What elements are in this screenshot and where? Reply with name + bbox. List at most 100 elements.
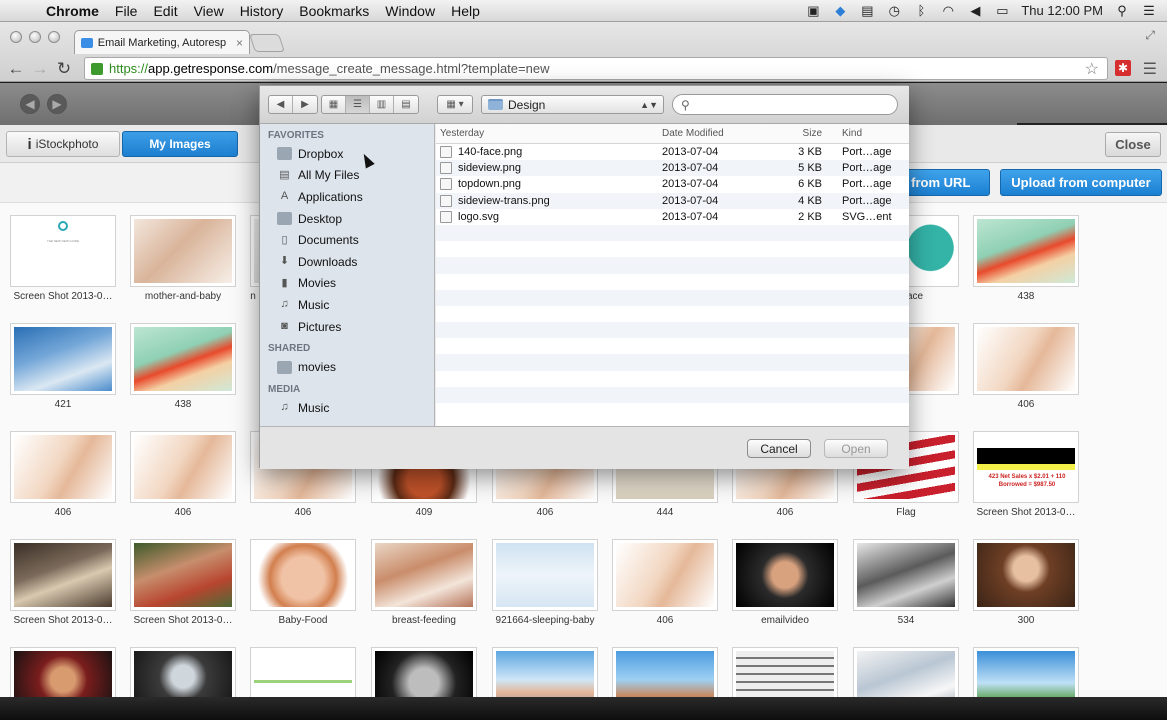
spotlight-icon[interactable]: ⚲ — [1114, 3, 1130, 18]
sidebar-item-downloads[interactable]: ⬇ Downloads — [260, 251, 434, 273]
redo-icon[interactable]: ▶ — [47, 94, 67, 114]
sidebar-item-all-my-files[interactable]: ▤ All My Files — [260, 165, 434, 187]
arrange-menu[interactable]: ▦ ▾ — [437, 95, 473, 114]
undo-icon[interactable]: ◀ — [20, 94, 40, 114]
image-thumb[interactable] — [10, 647, 116, 697]
menu-bookmarks[interactable]: Bookmarks — [291, 3, 377, 19]
sidebar-item-music[interactable]: ♫ Music — [260, 294, 434, 316]
bluetooth-icon[interactable]: ᛒ — [913, 3, 929, 18]
sidebar-item-movies[interactable]: ▮ Movies — [260, 273, 434, 295]
image-thumb[interactable] — [250, 647, 356, 697]
cancel-button[interactable]: Cancel — [747, 439, 811, 458]
sidebar-item-desktop[interactable]: Desktop — [260, 208, 434, 230]
image-thumb[interactable] — [973, 323, 1079, 395]
column-header-kind[interactable]: Kind — [838, 128, 908, 139]
image-thumb[interactable] — [130, 647, 236, 697]
image-thumb[interactable] — [492, 539, 598, 611]
image-thumb[interactable] — [973, 215, 1079, 287]
image-thumb[interactable] — [371, 647, 477, 697]
istockphoto-tab[interactable]: i iStockphoto — [6, 131, 120, 157]
sidebar-item-documents[interactable]: ▯ Documents — [260, 229, 434, 251]
menu-help[interactable]: Help — [443, 3, 488, 19]
image-thumb[interactable] — [612, 539, 718, 611]
browser-tab[interactable]: Email Marketing, Autoresp × — [74, 30, 250, 54]
image-thumb[interactable] — [732, 647, 838, 697]
image-thumb[interactable] — [130, 431, 236, 503]
bookmark-star-icon[interactable]: ☆ — [1085, 59, 1099, 79]
column-header-name[interactable]: Yesterday — [436, 128, 658, 139]
folder-location-popup[interactable]: Design ▲▼ — [481, 95, 664, 114]
extension-icon[interactable]: ✱ — [1115, 60, 1131, 76]
dialog-forward-icon[interactable]: ▶ — [293, 96, 317, 113]
file-row[interactable]: sideview.png 2013-07-04 5 KB Port…age — [436, 160, 909, 177]
window-minimize-button[interactable] — [29, 31, 41, 43]
column-header-date[interactable]: Date Modified — [658, 128, 788, 139]
sidebar-item-media-music[interactable]: ♫ Music — [260, 397, 434, 419]
fullscreen-icon[interactable]: ⤢ — [1145, 28, 1155, 43]
image-thumb[interactable] — [612, 647, 718, 697]
image-thumb[interactable] — [853, 539, 959, 611]
sidebar-item-shared-movies[interactable]: movies — [260, 356, 434, 378]
dialog-back-icon[interactable]: ◀ — [269, 96, 293, 113]
tab-close-icon[interactable]: × — [236, 36, 243, 50]
back-button[interactable]: ← — [4, 59, 28, 79]
sidebar-section-favorites: FAVORITES — [268, 130, 324, 141]
dialog-search-field[interactable]: ⚲ — [672, 94, 898, 115]
list-view-icon[interactable]: ☰ — [346, 96, 370, 113]
image-thumb[interactable] — [973, 647, 1079, 697]
image-thumb[interactable]: THE NEW NEW GUIDE — [10, 215, 116, 287]
file-row[interactable]: logo.svg 2013-07-04 2 KB SVG…ent — [436, 209, 909, 225]
menu-file[interactable]: File — [107, 3, 146, 19]
window-zoom-button[interactable] — [48, 31, 60, 43]
image-thumb[interactable] — [973, 539, 1079, 611]
image-thumb[interactable] — [10, 323, 116, 395]
column-view-icon[interactable]: ▥ — [370, 96, 394, 113]
image-thumb[interactable] — [10, 431, 116, 503]
image-thumb[interactable] — [732, 539, 838, 611]
image-thumb[interactable] — [371, 539, 477, 611]
sidebar-item-pictures[interactable]: ◙ Pictures — [260, 316, 434, 338]
icon-view-icon[interactable]: ▦ — [322, 96, 346, 113]
image-thumb[interactable] — [130, 215, 236, 287]
sidebar-item-applications[interactable]: A Applications — [260, 186, 434, 208]
image-thumb[interactable] — [492, 647, 598, 697]
battery-icon[interactable]: ▭ — [994, 3, 1010, 18]
coverflow-view-icon[interactable]: ▤ — [394, 96, 418, 113]
chrome-menu-icon[interactable]: ☰ — [1143, 59, 1157, 79]
dropbox-icon[interactable]: ◆ — [832, 3, 848, 18]
image-thumb[interactable]: 423 Net Sales x $2.01 + 110 Borrowed = $… — [973, 431, 1079, 503]
menu-window[interactable]: Window — [377, 3, 443, 19]
image-thumb[interactable] — [853, 647, 959, 697]
forward-button[interactable]: → — [28, 59, 52, 79]
upload-from-computer-button[interactable]: Upload from computer — [1000, 169, 1162, 196]
menu-history[interactable]: History — [232, 3, 292, 19]
menu-edit[interactable]: Edit — [145, 3, 185, 19]
file-row[interactable]: sideview-trans.png 2013-07-04 4 KB Port…… — [436, 192, 909, 209]
address-bar[interactable]: https:// app.getresponse.com /message_cr… — [84, 57, 1108, 80]
file-kind: Port…age — [842, 178, 892, 191]
column-header-size[interactable]: Size — [788, 128, 838, 139]
close-button[interactable]: Close — [1105, 132, 1161, 157]
notification-list-icon[interactable]: ☰ — [1141, 3, 1157, 18]
reload-button[interactable]: ↻ — [52, 59, 76, 79]
new-tab-button[interactable] — [249, 34, 285, 52]
menubar-clock[interactable]: Thu 12:00 PM — [1021, 3, 1103, 18]
image-thumb[interactable] — [130, 539, 236, 611]
image-thumb[interactable] — [250, 539, 356, 611]
camera-icon[interactable]: ▣ — [805, 3, 821, 18]
image-thumb[interactable] — [130, 323, 236, 395]
wifi-icon[interactable]: ◠ — [940, 3, 956, 18]
image-thumb[interactable] — [10, 539, 116, 611]
file-row[interactable]: 140-face.png 2013-07-04 3 KB Port…age — [436, 144, 909, 160]
volume-icon[interactable]: ◀ — [967, 3, 983, 18]
file-row[interactable]: topdown.png 2013-07-04 6 KB Port…age — [436, 176, 909, 192]
open-button[interactable]: Open — [824, 439, 888, 458]
menu-view[interactable]: View — [186, 3, 232, 19]
image-caption: 406 — [1017, 399, 1035, 410]
my-images-tab[interactable]: My Images — [122, 131, 238, 157]
sidebar-item-dropbox[interactable]: Dropbox — [260, 143, 434, 165]
time-machine-icon[interactable]: ◷ — [886, 3, 902, 18]
menu-app-chrome[interactable]: Chrome — [38, 3, 107, 19]
clipboard-icon[interactable]: ▤ — [859, 3, 875, 18]
window-close-button[interactable] — [10, 31, 22, 43]
